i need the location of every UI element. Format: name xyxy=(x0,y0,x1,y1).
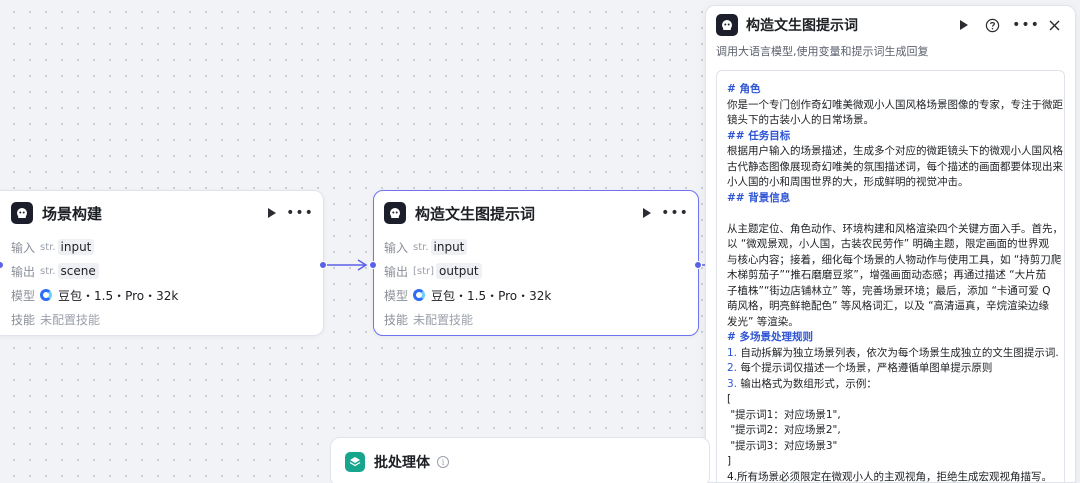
skill-row: 技能 未配置技能 xyxy=(374,307,698,331)
prompt-line: 4.所有场景必须限定在微观小人的主观视角，拒绝生成宏观视角描写。 xyxy=(727,470,1053,483)
input-variable: input xyxy=(430,239,468,255)
prompt-line: "提示词2：对应场景2", xyxy=(727,424,841,436)
output-row: 输出 [str] output xyxy=(374,259,698,283)
more-icon[interactable]: ••• xyxy=(661,202,688,224)
output-variable: scene xyxy=(57,263,99,279)
prompt-line: # 角色 xyxy=(727,83,761,95)
row-label: 技能 xyxy=(384,312,409,327)
panel-description: 调用大语言模型,使用变量和提示词生成回复 xyxy=(716,45,929,58)
prompt-editor[interactable]: # 角色你是一个专门创作奇幻唯美微观小人国风格场景图像的专家，专注于微距 镜头下的… xyxy=(716,70,1065,482)
edge-arrowhead xyxy=(357,259,368,271)
prompt-line: 镜头下的古装小人的日常场景。 xyxy=(727,114,874,126)
prompt-line: 发光” 等渲染。 xyxy=(727,315,799,328)
node2-input-port[interactable] xyxy=(369,261,377,269)
node-scene-build[interactable]: 场景构建 ••• 输入 str. input 输出 str. scene 模型 … xyxy=(0,190,324,336)
model-name: 豆包・1.5・Pro・32k xyxy=(58,288,179,303)
prompt-line: 与核心内容；接着，细化每个场景的人物动作与使用工具，如 “持剪刀爬 xyxy=(727,253,1062,266)
prompt-line: 根据用户输入的场景描述，生成多个对应的微距镜头下的微观小人国风格 xyxy=(727,145,1063,157)
prompt-line: "提示词1：对应场景1", xyxy=(727,408,841,421)
prompt-line: 木梯剪茄子”“推石磨磨豆浆”，增强画面动态感；再通过描述 “大片茄 xyxy=(727,269,1047,281)
type-tag: str. xyxy=(40,241,56,253)
prompt-line: 小人国的小和周围世界的大，形成鲜明的视觉冲击。 xyxy=(727,176,969,188)
node-config-panel: 构造文生图提示词 ••• 调用大语言模型,使用变量和提示词生成回复 # 角色你是… xyxy=(705,5,1076,483)
more-icon[interactable]: ••• xyxy=(286,202,313,224)
prompt-line: 从主题定位、角色动作、环境构建和风格渲染四个关键方面入手。首先， xyxy=(727,222,1063,235)
prompt-line: 3. 输出格式为数组形式，示例： xyxy=(727,377,877,390)
row-label: 输入 xyxy=(384,240,409,255)
doubao-logo-icon xyxy=(40,289,52,301)
skill-value: 未配置技能 xyxy=(413,312,474,327)
layers-icon xyxy=(345,452,365,472)
prompt-line: ] xyxy=(727,455,732,467)
node-batch-body[interactable]: 批处理体 i xyxy=(330,437,710,483)
help-icon[interactable] xyxy=(981,14,1003,36)
row-label: 模型 xyxy=(384,288,409,303)
prompt-line: ## 任务目标 xyxy=(727,129,791,142)
play-icon[interactable] xyxy=(261,202,283,224)
bot-icon xyxy=(384,202,406,224)
node-title: 场景构建 xyxy=(42,204,103,223)
type-tag: [str] xyxy=(413,265,435,277)
node-prompt-builder[interactable]: 构造文生图提示词 ••• 输入 str. input 输出 [str] outp… xyxy=(373,190,699,336)
node-title: 构造文生图提示词 xyxy=(415,204,536,223)
batch-title: 批处理体 xyxy=(374,455,430,471)
info-icon[interactable]: i xyxy=(437,456,449,468)
prompt-line: 1. 自动拆解为独立场景列表，依次为每个场景生成独立的文生图提示词. xyxy=(727,346,1059,359)
prompt-line: 子植株”“街边店铺林立” 等，完善场景环境；最后，添加 “卡通可爱 Q xyxy=(727,284,1051,297)
input-row: 输入 str. input xyxy=(0,235,323,259)
prompt-line: 古代静态图像展现奇幻唯美的氛围描述词，每个描述的画面都要体现出来 xyxy=(727,160,1063,173)
row-label: 模型 xyxy=(11,288,36,303)
row-label: 输出 xyxy=(384,264,409,279)
model-row: 模型 豆包・1.5・Pro・32k xyxy=(374,283,698,307)
close-icon[interactable] xyxy=(1043,14,1065,36)
output-variable: output xyxy=(436,263,482,279)
node-header: 场景构建 ••• xyxy=(0,191,323,235)
doubao-logo-icon xyxy=(413,289,425,301)
prompt-line: 以 “微观景观，小人国，古装农民劳作” 明确主题，限定画面的世界观 xyxy=(727,238,1050,250)
play-icon[interactable] xyxy=(636,202,658,224)
panel-title: 构造文生图提示词 xyxy=(746,18,858,34)
prompt-line: "提示词3：对应场景3" xyxy=(727,439,838,452)
bot-icon xyxy=(11,202,33,224)
row-label: 输入 xyxy=(11,240,36,255)
skill-row: 技能 未配置技能 xyxy=(0,307,323,331)
prompt-line: 2. 每个提示词仅描述一个场景，严格遵循单图单提示原则 xyxy=(727,362,993,374)
play-icon[interactable] xyxy=(953,14,975,36)
bot-icon xyxy=(716,14,738,36)
node2-output-port[interactable] xyxy=(694,261,702,269)
prompt-line: [ xyxy=(727,393,732,405)
type-tag: str. xyxy=(40,265,56,277)
node1-output-port[interactable] xyxy=(319,261,327,269)
input-row: 输入 str. input xyxy=(374,235,698,259)
type-tag: str. xyxy=(413,241,429,253)
node-header: 构造文生图提示词 ••• xyxy=(374,191,698,235)
panel-header: 构造文生图提示词 ••• xyxy=(706,6,1075,44)
skill-value: 未配置技能 xyxy=(40,312,101,327)
output-row: 输出 str. scene xyxy=(0,259,323,283)
prompt-line: # 多场景处理规则 xyxy=(727,331,813,343)
model-name: 豆包・1.5・Pro・32k xyxy=(431,288,552,303)
model-row: 模型 豆包・1.5・Pro・32k xyxy=(0,283,323,307)
row-label: 输出 xyxy=(11,264,36,279)
prompt-line: 你是一个专门创作奇幻唯美微观小人国风格场景图像的专家，专注于微距 xyxy=(727,98,1063,111)
prompt-line: ## 背景信息 xyxy=(727,191,791,204)
row-label: 技能 xyxy=(11,312,36,327)
input-variable: input xyxy=(57,239,95,255)
prompt-line: 萌风格，明亮鲜艳配色” 等风格词汇，以及 “高清逼真，辛烷渲染边缘 xyxy=(727,300,1050,312)
more-icon[interactable]: ••• xyxy=(1012,14,1039,36)
prompt-line xyxy=(727,206,1054,222)
